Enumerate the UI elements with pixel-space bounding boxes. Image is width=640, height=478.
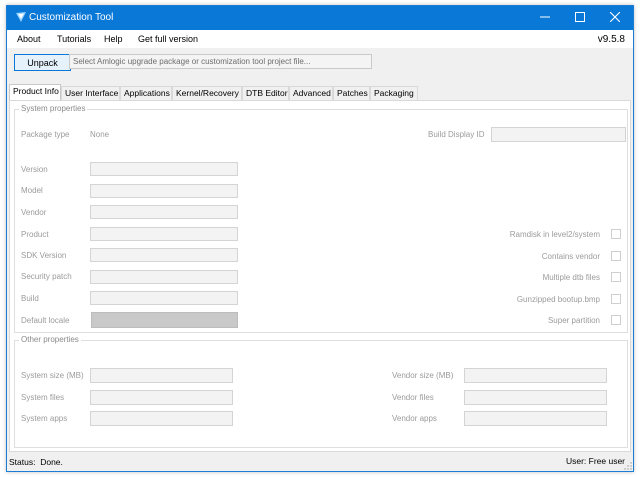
version-field[interactable] (90, 162, 238, 176)
contains-vendor-checkbox-label: Contains vendor (541, 252, 600, 261)
user-status: User: Free user (565, 456, 625, 466)
menu-tutorials[interactable]: Tutorials (57, 34, 91, 44)
tab-product-info[interactable]: Product Info (9, 84, 61, 100)
package-type-label: Package type (21, 130, 70, 139)
multiple-dtb-checkbox-label: Multiple dtb files (542, 273, 600, 282)
vendor-files-label: Vendor files (392, 393, 434, 402)
package-path-field[interactable]: Select Amlogic upgrade package or custom… (69, 54, 372, 69)
product-field[interactable] (90, 227, 238, 241)
other-properties-legend: Other properties (19, 335, 81, 344)
security-patch-field[interactable] (90, 270, 238, 284)
sdk-version-field[interactable] (90, 248, 238, 262)
system-properties-group: System properties Package type None Buil… (14, 104, 628, 333)
system-size-label: System size (MB) (21, 371, 84, 380)
tab-dtb-editor[interactable]: DTB Editor (242, 86, 289, 100)
sdk-version-field-label: SDK Version (21, 251, 67, 260)
model-field-label: Model (21, 186, 43, 195)
menu-help[interactable]: Help (104, 34, 123, 44)
super-partition-checkbox[interactable] (611, 315, 621, 325)
status-label: Status: (9, 457, 36, 467)
package-type-value: None (90, 130, 110, 139)
contains-vendor-checkbox[interactable] (611, 251, 621, 261)
gunzipped-bootup-checkbox[interactable] (611, 294, 621, 304)
maximize-icon (575, 12, 585, 24)
app-icon (15, 11, 27, 23)
status-value: Done. (40, 457, 63, 467)
multiple-dtb-checkbox[interactable] (611, 272, 621, 282)
product-field-label: Product (21, 230, 49, 239)
menu-about[interactable]: About (17, 34, 41, 44)
ramdisk-checkbox-label: Ramdisk in level2/system (509, 230, 600, 239)
vendor-size-field[interactable] (464, 368, 607, 383)
default-locale-field[interactable] (91, 312, 238, 328)
vendor-files-field[interactable] (464, 390, 607, 405)
close-button[interactable] (599, 6, 631, 30)
vendor-size-label: Vendor size (MB) (392, 371, 454, 380)
minimize-button[interactable] (529, 6, 561, 30)
tab-advanced[interactable]: Advanced (289, 86, 333, 100)
model-field[interactable] (90, 184, 238, 198)
build-field[interactable] (90, 291, 238, 305)
tab-applications[interactable]: Applications (120, 86, 172, 100)
maximize-button[interactable] (564, 6, 596, 30)
tab-packaging[interactable]: Packaging (370, 86, 418, 100)
window-title: Customization Tool (29, 12, 114, 23)
vendor-field-label: Vendor (21, 208, 47, 217)
system-apps-label: System apps (21, 414, 68, 423)
build-display-id-label: Build Display ID (428, 130, 485, 139)
toolbar: Unpack Select Amlogic upgrade package or… (7, 48, 633, 82)
tab-user-interface[interactable]: User Interface (61, 86, 120, 100)
system-size-field[interactable] (90, 368, 233, 383)
menu-bar: About Tutorials Help Get full version v9… (7, 30, 633, 48)
version-field-label: Version (21, 165, 48, 174)
application-window: Customization Tool About Tutorials Help … (6, 5, 634, 472)
close-icon (609, 11, 621, 24)
system-properties-legend: System properties (19, 104, 88, 113)
gunzipped-bootup-checkbox-label: Gunzipped bootup.bmp (516, 295, 600, 304)
menu-get-full-version[interactable]: Get full version (138, 34, 198, 44)
tab-patches[interactable]: Patches (333, 86, 370, 100)
ramdisk-checkbox[interactable] (611, 229, 621, 239)
build-display-id-field[interactable] (491, 127, 626, 142)
version-label: v9.5.8 (597, 34, 625, 45)
other-properties-group: Other properties System size (MB) System… (14, 335, 628, 448)
security-patch-field-label: Security patch (21, 272, 72, 281)
status-text: Status: Done. (9, 457, 63, 467)
vendor-field[interactable] (90, 205, 238, 219)
default-locale-field-label: Default locale (21, 316, 70, 325)
vendor-apps-label: Vendor apps (392, 414, 437, 423)
product-info-panel: System properties Package type None Buil… (9, 100, 631, 452)
tab-kernel-recovery[interactable]: Kernel/Recovery (172, 86, 242, 100)
system-files-label: System files (21, 393, 65, 402)
system-files-field[interactable] (90, 390, 233, 405)
super-partition-checkbox-label: Super partition (547, 316, 600, 325)
unpack-button[interactable]: Unpack (14, 54, 71, 71)
system-apps-field[interactable] (90, 411, 233, 426)
build-field-label: Build (21, 294, 39, 303)
resize-grip-icon[interactable] (624, 462, 632, 470)
title-bar: Customization Tool (7, 6, 633, 30)
minimize-icon (540, 12, 550, 24)
status-bar: Status: Done. User: Free user (7, 452, 633, 471)
vendor-apps-field[interactable] (464, 411, 607, 426)
